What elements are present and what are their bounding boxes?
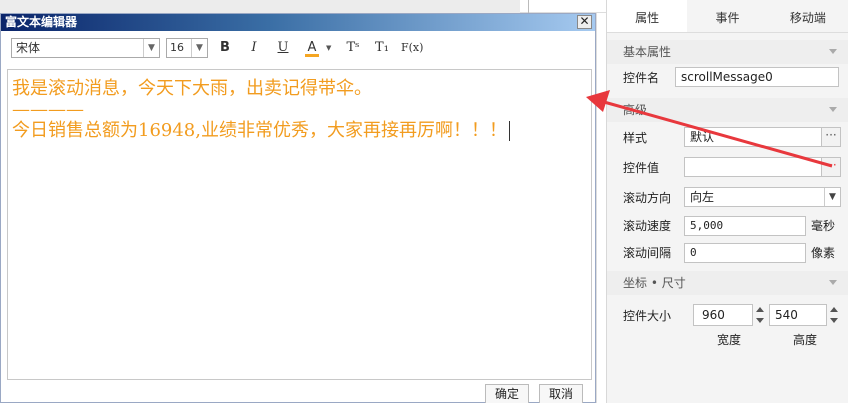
font-family-select[interactable]: 宋体 ▼ xyxy=(11,38,160,58)
font-color-swatch xyxy=(305,54,319,57)
subscript-button[interactable]: T₁ xyxy=(372,38,392,58)
font-family-value: 宋体 xyxy=(16,41,41,55)
bold-icon: B xyxy=(220,40,230,55)
content-line-text: 今日销售总额为16948,业绩非常优秀，大家再接再厉啊！！！ xyxy=(12,120,507,141)
collapse-icon xyxy=(829,49,837,54)
clear-format-icon: F(x) xyxy=(401,41,424,54)
italic-button[interactable]: I xyxy=(244,38,264,58)
content-line: 今日销售总额为16948,业绩非常优秀，大家再接再厉啊！！！ xyxy=(12,120,587,141)
control-name-input[interactable]: scrollMessage0 xyxy=(675,67,839,87)
superscript-button[interactable]: Tˢ xyxy=(343,38,363,58)
tab-properties[interactable]: 属性 xyxy=(607,0,688,32)
arrow-down-icon xyxy=(756,318,764,323)
bold-button[interactable]: B xyxy=(215,38,235,58)
subscript-icon: T₁ xyxy=(375,40,389,55)
width-label: 宽度 xyxy=(717,333,742,347)
ok-button[interactable]: 确定 xyxy=(485,384,529,403)
font-size-select[interactable]: 16 ▼ xyxy=(166,38,208,58)
dialog-title: 富文本编辑器 xyxy=(5,15,78,29)
panel-tabs: 属性 事件 移动端 xyxy=(607,0,848,33)
section-basic[interactable]: 基本属性 xyxy=(607,40,848,64)
scroll-direction-select[interactable]: 向左 ▼ xyxy=(684,187,841,207)
dialog-titlebar[interactable]: 富文本编辑器 ✕ xyxy=(1,14,595,31)
chevron-down-icon: ▼ xyxy=(824,188,840,206)
font-color-button[interactable]: A xyxy=(302,38,322,58)
scroll-speed-label: 滚动速度 xyxy=(623,219,672,233)
clear-format-button[interactable]: F(x) xyxy=(401,38,423,58)
content-line: 我是滚动消息，今天下大雨，出卖记得带伞。 xyxy=(12,78,372,99)
width-input[interactable]: 960 xyxy=(693,304,753,326)
height-label: 高度 xyxy=(793,333,818,347)
height-stepper[interactable] xyxy=(827,304,841,326)
control-value-label: 控件值 xyxy=(623,161,660,175)
scroll-direction-value: 向左 xyxy=(690,190,715,204)
property-panel: 属性 事件 移动端 基本属性 控件名 scrollMessage0 高级 样式 … xyxy=(606,0,848,403)
text-caret xyxy=(508,121,510,141)
chevron-down-icon: ▼ xyxy=(191,39,207,57)
scroll-speed-unit: 毫秒 xyxy=(811,219,836,233)
tab-mobile[interactable]: 移动端 xyxy=(768,0,848,32)
collapse-icon xyxy=(829,107,837,112)
underline-icon: U xyxy=(277,40,289,55)
italic-icon: I xyxy=(251,40,257,55)
arrow-up-icon xyxy=(830,307,838,312)
section-coordinates[interactable]: 坐标 • 尺寸 xyxy=(607,271,848,295)
control-size-label: 控件大小 xyxy=(623,309,672,323)
editor-toolbar: 宋体 ▼ 16 ▼ B I U A ▼ Tˢ T₁ F(x) xyxy=(1,31,595,61)
cancel-button[interactable]: 取消 xyxy=(539,384,583,403)
underline-button[interactable]: U xyxy=(273,38,293,58)
arrow-down-icon xyxy=(830,318,838,323)
close-icon: ✕ xyxy=(579,14,590,28)
scroll-speed-input[interactable]: 5,000 xyxy=(684,216,806,236)
canvas-divider xyxy=(528,0,529,13)
style-label: 样式 xyxy=(623,131,648,145)
more-icon: ··· xyxy=(825,158,837,172)
scroll-interval-input[interactable]: 0 xyxy=(684,243,806,263)
style-input[interactable]: 默认 xyxy=(684,127,822,147)
tab-events[interactable]: 事件 xyxy=(687,0,767,32)
scroll-interval-unit: 像素 xyxy=(811,246,836,260)
section-basic-title: 基本属性 xyxy=(623,45,672,59)
close-button[interactable]: ✕ xyxy=(577,15,592,29)
canvas-strip xyxy=(520,0,606,13)
arrow-up-icon xyxy=(756,307,764,312)
scroll-direction-label: 滚动方向 xyxy=(623,191,672,205)
canvas-gap xyxy=(596,13,606,403)
rich-text-editor-dialog: 富文本编辑器 ✕ 宋体 ▼ 16 ▼ B I U A ▼ Tˢ T₁ F(x) … xyxy=(0,13,596,403)
caret-down-icon[interactable]: ▼ xyxy=(326,44,331,52)
control-value-input[interactable] xyxy=(684,157,822,177)
chevron-down-icon: ▼ xyxy=(143,39,159,57)
more-icon: ··· xyxy=(825,128,837,142)
style-more-button[interactable]: ··· xyxy=(821,127,841,147)
font-size-value: 16 xyxy=(170,41,184,54)
scroll-interval-label: 滚动间隔 xyxy=(623,246,672,260)
section-coordinates-title: 坐标 • 尺寸 xyxy=(623,276,686,290)
section-advanced[interactable]: 高级 xyxy=(607,98,848,122)
superscript-icon: Tˢ xyxy=(346,40,360,55)
font-color-icon: A xyxy=(307,40,317,55)
content-divider-line: ———— xyxy=(12,99,84,120)
height-input[interactable]: 540 xyxy=(769,304,827,326)
collapse-icon xyxy=(829,280,837,285)
width-stepper[interactable] xyxy=(753,304,767,326)
section-advanced-title: 高级 xyxy=(623,103,648,117)
control-name-label: 控件名 xyxy=(623,71,660,85)
control-value-more-button[interactable]: ··· xyxy=(821,157,841,177)
editor-content-area[interactable]: 我是滚动消息，今天下大雨，出卖记得带伞。 ———— 今日销售总额为16948,业… xyxy=(7,69,592,380)
